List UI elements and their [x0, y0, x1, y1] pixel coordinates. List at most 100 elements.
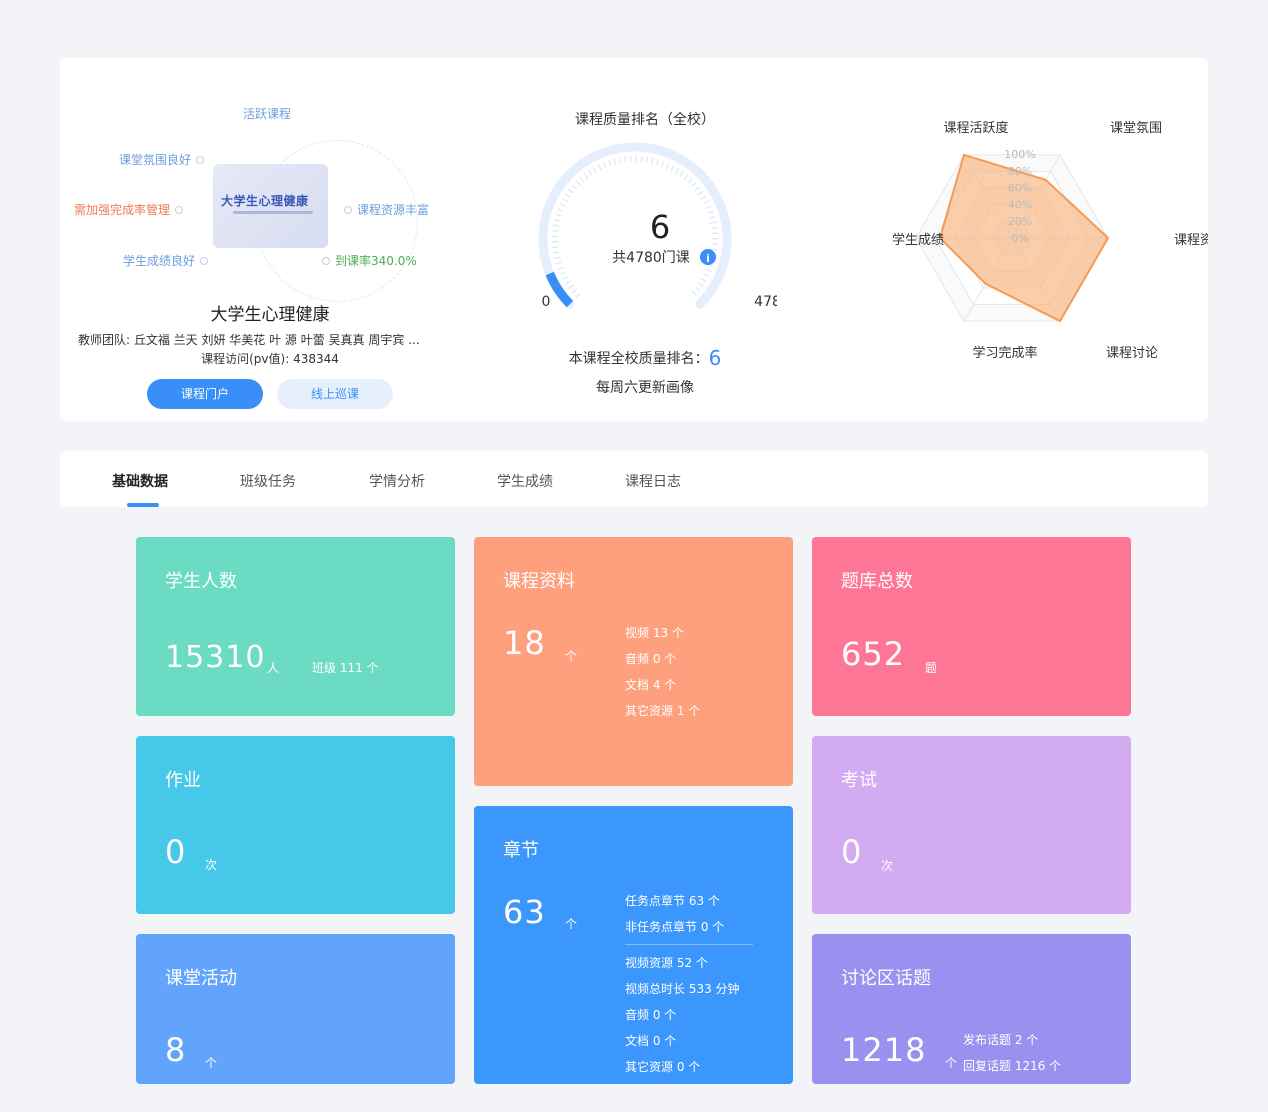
- stat-value: 63: [503, 893, 546, 931]
- stat-unit: 个: [945, 1056, 958, 1070]
- stat-title: 考试: [841, 770, 877, 791]
- stat-card-exam[interactable]: 考试 0 次: [812, 736, 1131, 914]
- gauge-min-label: 0: [542, 294, 551, 310]
- stat-unit: 人: [267, 661, 280, 675]
- tag-dot-icon: [196, 155, 205, 164]
- radar-axis-label: 学习完成率: [972, 345, 1037, 361]
- stat-unit: 个: [205, 1056, 218, 1070]
- detail-item: 视频总时长 533 分钟: [625, 982, 740, 996]
- rank-line-value: 6: [708, 346, 722, 370]
- tag-label: 学生成绩良好: [123, 254, 196, 268]
- stat-unit: 个: [565, 649, 578, 663]
- stat-unit: 题: [925, 661, 938, 675]
- detail-item: 视频资源 52 个: [625, 956, 708, 970]
- rank-line-prefix: 本课程全校质量排名：: [568, 351, 709, 367]
- detail-item: 发布话题 2 个: [963, 1033, 1039, 1047]
- stat-title: 学生人数: [165, 571, 237, 592]
- stat-unit: 个: [565, 917, 578, 931]
- tag-dot-icon: [200, 256, 209, 265]
- radar-axis-label: 学生成绩: [892, 232, 944, 248]
- detail-item: 回复话题 1216 个: [963, 1059, 1062, 1073]
- teacher-team: 教师团队: 丘文福 兰天 刘妍 华美花 叶 源 叶蕾 吴真真 周宇宾 ...: [78, 333, 420, 347]
- tag-label: 课程资源丰富: [357, 203, 430, 217]
- radar-radial-label: 100%: [1004, 148, 1035, 161]
- tag-dot-icon: [175, 205, 184, 214]
- tab-learning-analysis[interactable]: 学情分析: [369, 471, 425, 491]
- detail-item: 其它资源 1 个: [625, 704, 701, 718]
- tag-active-course: 活跃课程: [243, 105, 291, 122]
- course-overview-card: 大学生心理健康 活跃课程 课堂氛围良好 需加强完成率管理 课程资源丰富 学生成绩…: [60, 58, 1226, 421]
- chapter-details: 任务点章节 63 个 非任务点章节 0 个 视频资源 52 个 视频总时长 53…: [625, 888, 753, 1080]
- rank-gauge: 6 共4780门课 i 0 4780: [538, 142, 777, 310]
- stat-title: 章节: [503, 840, 539, 861]
- tab-bar: 基础数据 班级任务 学情分析 学生成绩 课程日志: [60, 451, 1208, 507]
- stat-card-homework[interactable]: 作业 0 次: [136, 736, 455, 914]
- tag-label: 活跃课程: [243, 107, 292, 121]
- gauge-max-label: 4780: [754, 294, 777, 310]
- radar-axis-label: 课程活跃度: [943, 120, 1008, 136]
- radar-radial-label: 80%: [1008, 165, 1032, 178]
- quality-rank-panel: 课程质量排名（全校） 6 共4780门课 i 0 4780 本课程全校质量排名：…: [480, 58, 810, 421]
- stat-title: 课程资料: [503, 571, 575, 592]
- topic-details: 发布话题 2 个 回复话题 1216 个: [963, 1027, 1061, 1079]
- radar-radial-label: 20%: [1008, 215, 1032, 228]
- stat-value: 652: [841, 635, 906, 673]
- detail-item: 文档 0 个: [625, 1034, 677, 1048]
- gauge-fill: [545, 271, 574, 308]
- stat-title: 题库总数: [841, 571, 913, 592]
- detail-item: 其它资源 0 个: [625, 1060, 701, 1074]
- radar-axis-label: 课程资源: [1174, 233, 1208, 248]
- course-profile: 大学生心理健康 活跃课程 课堂氛围良好 需加强完成率管理 课程资源丰富 学生成绩…: [60, 58, 480, 421]
- detail-item: 任务点章节 63 个: [625, 894, 720, 908]
- stat-card-discussion-topics[interactable]: 讨论区话题 1218 个 发布话题 2 个 回复话题 1216 个: [812, 934, 1131, 1084]
- tag-class-atmosphere: 课堂氛围良好: [119, 151, 205, 168]
- tag-completion: 需加强完成率管理: [74, 201, 184, 218]
- tab-basic-data[interactable]: 基础数据: [112, 471, 168, 491]
- detail-item: 非任务点章节 0 个: [625, 920, 725, 934]
- tab-class-tasks[interactable]: 班级任务: [240, 471, 296, 491]
- svg-text:i: i: [706, 252, 710, 265]
- stat-card-students[interactable]: 学生人数 15310 人 班级 111 个: [136, 537, 455, 716]
- tag-attendance: 到课率340.0%: [322, 252, 417, 269]
- stat-unit: 次: [205, 858, 218, 872]
- stat-value: 1218: [841, 1031, 927, 1069]
- tag-dot-icon: [322, 256, 330, 265]
- stat-title: 课堂活动: [165, 968, 237, 989]
- stat-value: 0: [841, 833, 863, 871]
- rank-line: 本课程全校质量排名：6: [480, 346, 810, 370]
- rank-update-note: 每周六更新画像: [596, 380, 694, 396]
- rank-title: 课程质量排名（全校）: [575, 112, 715, 128]
- tab-course-log[interactable]: 课程日志: [625, 471, 681, 491]
- radar-radial-label: 60%: [1008, 182, 1032, 195]
- stat-card-class-activity[interactable]: 课堂活动 8 个: [136, 934, 455, 1084]
- stat-title: 作业: [165, 770, 201, 791]
- tab-student-grades[interactable]: 学生成绩: [497, 471, 553, 491]
- stat-class-count: 班级 111 个: [312, 661, 379, 675]
- course-pv: 课程访问(pv值): 438344: [201, 352, 339, 366]
- tag-grades: 学生成绩良好: [123, 252, 209, 269]
- gauge-value: 6: [650, 208, 670, 246]
- radar-chart-panel: 100% 80% 60% 40% 20% 0% 课程活跃度 课堂氛围课程资源课程讨论 学习完成率…: [820, 58, 1226, 421]
- course-thumbnail[interactable]: 大学生心理健康: [213, 164, 328, 248]
- stat-value: 0: [165, 833, 187, 871]
- stat-card-question-bank[interactable]: 题库总数 652 题: [812, 537, 1131, 716]
- active-tab-indicator: [127, 503, 159, 507]
- thumbnail-title: 大学生心理健康: [221, 194, 309, 208]
- info-icon[interactable]: i: [700, 249, 716, 265]
- radar-radial-label: 40%: [1008, 198, 1032, 211]
- gauge-total: 共4780门课: [612, 250, 690, 266]
- stat-card-materials[interactable]: 课程资料 18 个 视频 13 个 音频 0 个 文档 4 个 其它资源 1 个: [474, 537, 793, 786]
- course-portal-button[interactable]: 课程门户: [147, 379, 263, 409]
- detail-item: 视频 13 个: [625, 626, 684, 640]
- stat-unit: 次: [881, 859, 894, 873]
- stat-value: 18: [503, 624, 546, 662]
- detail-divider: [625, 944, 753, 945]
- gauge-track: [538, 142, 732, 309]
- tag-label: 到课率340.0%: [335, 254, 417, 268]
- online-patrol-button[interactable]: 线上巡课: [277, 379, 393, 409]
- thumbnail-subtitle-bar: [233, 211, 313, 214]
- stat-title: 讨论区话题: [841, 968, 931, 989]
- material-details: 视频 13 个 音频 0 个 文档 4 个 其它资源 1 个: [625, 620, 700, 724]
- radar-axis-label: 课程讨论: [1106, 346, 1158, 361]
- stat-card-chapters[interactable]: 章节 63 个 任务点章节 63 个 非任务点章节 0 个 视频资源 52 个 …: [474, 806, 793, 1084]
